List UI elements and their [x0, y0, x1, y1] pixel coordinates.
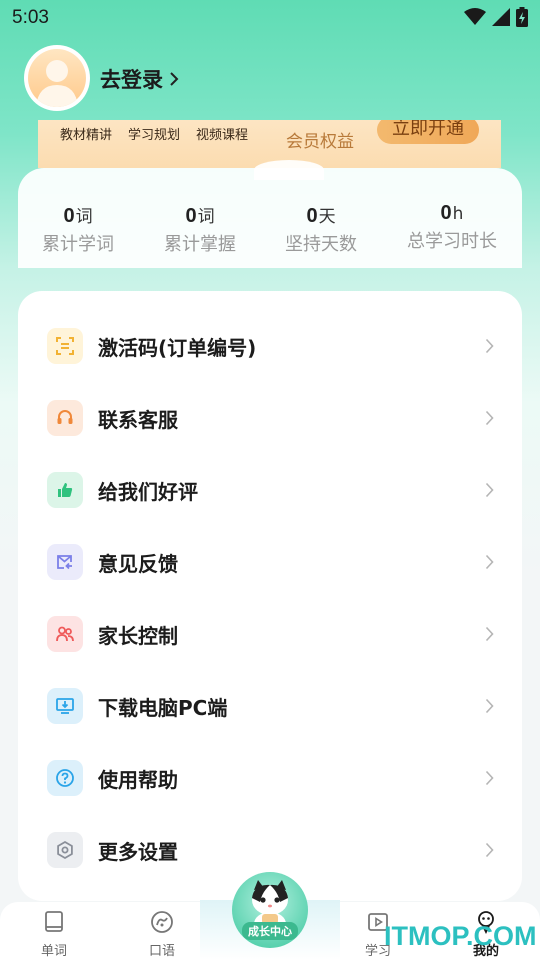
chevron-right-icon	[485, 338, 494, 354]
status-bar: 5:03	[0, 0, 540, 36]
speaking-icon	[151, 911, 173, 933]
stat-value: 0	[185, 205, 197, 227]
login-link[interactable]: 去登录	[100, 64, 179, 94]
status-icons	[464, 7, 528, 27]
book-icon	[45, 911, 63, 932]
menu-item-label: 家长控制	[98, 624, 178, 648]
menu-item-label: 意见反馈	[98, 552, 178, 576]
chevron-right-icon	[485, 554, 494, 570]
vip-feature: 学习规划	[128, 128, 181, 143]
stat-streak-days: 0天 坚持天数	[261, 202, 381, 256]
stat-label: 累计掌握	[164, 234, 236, 255]
menu-item-activation-code[interactable]: 激活码(订单编号)	[18, 310, 522, 382]
battery-charging-icon	[516, 7, 528, 27]
avatar[interactable]	[24, 45, 90, 111]
stat-value: 0	[63, 205, 75, 227]
stat-value: 0	[440, 202, 452, 224]
menu-item-label: 更多设置	[98, 840, 178, 864]
menu-item-customer-service[interactable]: 联系客服	[18, 382, 522, 454]
growth-center-label: 成长中心	[242, 922, 298, 940]
scan-code-icon	[47, 328, 83, 364]
vip-feature: 视频课程	[196, 128, 249, 143]
stat-unit: 词	[75, 207, 93, 227]
menu-item-download-pc[interactable]: 下载电脑PC端	[18, 670, 522, 742]
stat-label: 累计学词	[42, 234, 114, 255]
watermark-text: ITMOP.COM	[384, 921, 537, 951]
menu-item-rate-us[interactable]: 给我们好评	[18, 454, 522, 526]
chevron-right-icon	[485, 482, 494, 498]
tab-words[interactable]: 单词	[24, 910, 84, 959]
stat-label: 总学习时长	[407, 231, 497, 252]
monitor-download-icon	[47, 688, 83, 724]
growth-center-button[interactable]: 成长中心	[232, 872, 308, 948]
vip-rights-label: 会员权益	[286, 132, 354, 152]
stats-panel: 0词 累计学词 0词 累计掌握 0天 坚持天数 0h 总学习时长	[18, 160, 522, 268]
vip-features: 教材精讲 学习规划 视频课程	[60, 124, 248, 143]
stat-value: 0	[306, 205, 318, 227]
thumbs-up-icon	[47, 472, 83, 508]
tab-speaking[interactable]: 口语	[132, 910, 192, 959]
login-label: 去登录	[100, 68, 163, 92]
settings-menu: 激活码(订单编号) 联系客服 给我们好评 意见反馈 家长控制 下载电脑PC端 使…	[18, 291, 522, 901]
menu-item-label: 联系客服	[98, 408, 178, 432]
headset-icon	[47, 400, 83, 436]
stat-unit: 天	[318, 207, 336, 227]
menu-item-label: 使用帮助	[98, 768, 178, 792]
stat-unit: h	[452, 204, 464, 224]
gear-icon	[47, 832, 83, 868]
vip-open-button[interactable]: 立即开通	[377, 120, 479, 144]
stat-mastered-words: 0词 累计掌握	[140, 202, 260, 256]
menu-item-parental-control[interactable]: 家长控制	[18, 598, 522, 670]
wifi-icon	[464, 8, 486, 25]
chevron-right-icon	[170, 72, 179, 86]
chevron-right-icon	[485, 410, 494, 426]
mail-feedback-icon	[47, 544, 83, 580]
parents-icon	[47, 616, 83, 652]
menu-item-label: 下载电脑PC端	[98, 696, 228, 720]
stat-study-hours: 0h 总学习时长	[392, 202, 512, 253]
chevron-right-icon	[485, 770, 494, 786]
help-icon	[47, 760, 83, 796]
stats-notch	[254, 160, 324, 180]
stat-total-words: 0词 累计学词	[18, 202, 138, 256]
cell-signal-icon	[492, 8, 510, 26]
stat-label: 坚持天数	[285, 234, 357, 255]
chevron-right-icon	[485, 626, 494, 642]
tab-label: 单词	[40, 944, 67, 959]
vip-feature: 教材精讲	[60, 128, 113, 143]
status-time: 5:03	[12, 7, 49, 28]
chevron-right-icon	[485, 842, 494, 858]
stat-unit: 词	[197, 207, 215, 227]
menu-item-label: 激活码(订单编号)	[98, 336, 257, 360]
menu-item-help[interactable]: 使用帮助	[18, 742, 522, 814]
menu-item-feedback[interactable]: 意见反馈	[18, 526, 522, 598]
avatar-placeholder-icon	[28, 49, 86, 107]
menu-item-label: 给我们好评	[98, 480, 198, 504]
tab-label: 口语	[148, 944, 175, 959]
chevron-right-icon	[485, 698, 494, 714]
